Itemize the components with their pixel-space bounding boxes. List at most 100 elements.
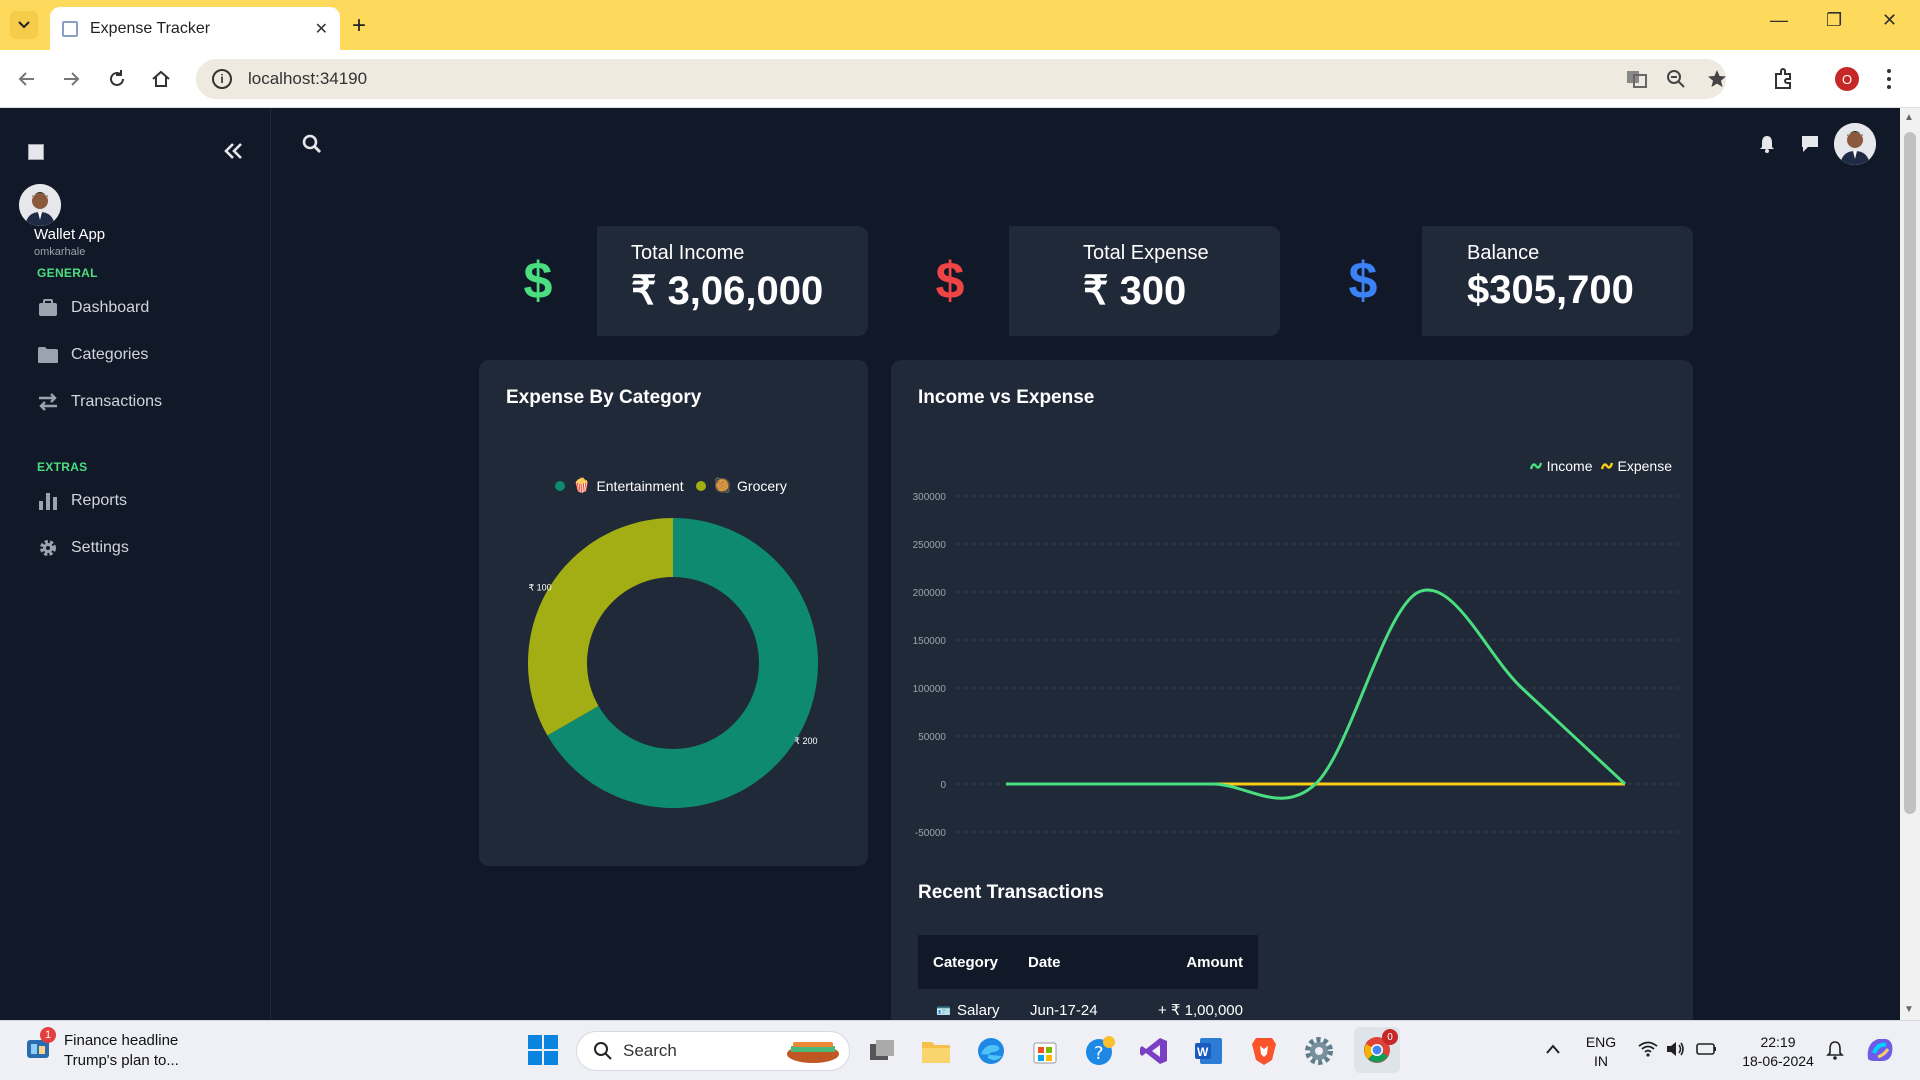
stat-label: Total Expense xyxy=(1083,242,1209,264)
category-text: Salary xyxy=(956,1001,1000,1019)
pie-data-label: ₹ 100 xyxy=(528,582,551,592)
search-icon xyxy=(594,1042,612,1060)
document-icon xyxy=(62,20,78,37)
sidebar-item-categories[interactable]: Categories xyxy=(37,345,148,365)
sidebar-item-reports[interactable]: Reports xyxy=(37,491,127,511)
notification-bell-icon[interactable] xyxy=(1758,135,1776,153)
sidebar-item-label: Dashboard xyxy=(71,299,150,316)
tab-close-button[interactable]: ✕ xyxy=(315,19,328,39)
table-row[interactable]: 🪪 Salary Jun-17-24 + ₹ 1,00,000 xyxy=(918,989,1258,1020)
back-icon[interactable] xyxy=(16,68,38,90)
stat-card-balance: $ Balance $305,700 xyxy=(1304,226,1693,336)
restore-button[interactable]: ❐ xyxy=(1826,10,1842,31)
sidebar-item-dashboard[interactable]: Dashboard xyxy=(37,298,149,318)
extensions-icon[interactable] xyxy=(1772,67,1796,91)
recent-transactions-title: Recent Transactions xyxy=(918,882,1104,903)
home-icon[interactable] xyxy=(150,68,172,90)
volume-icon[interactable] xyxy=(1666,1041,1686,1057)
settings-app-icon[interactable] xyxy=(1301,1033,1337,1069)
sandwich-icon xyxy=(787,1042,839,1063)
sidebar-item-settings[interactable]: Settings xyxy=(37,538,129,558)
lang-top: ENG xyxy=(1585,1034,1617,1050)
column-header[interactable]: Category xyxy=(918,954,1028,971)
stat-label: Balance xyxy=(1467,242,1540,264)
column-header[interactable]: Amount xyxy=(1138,954,1258,971)
clock[interactable]: 22:19 18-06-2024 xyxy=(1736,1033,1820,1071)
wifi-icon[interactable] xyxy=(1638,1041,1658,1057)
translate-icon[interactable] xyxy=(1626,69,1648,89)
app-root: Wallet App omkarhale GENERAL Dashboard C… xyxy=(0,108,1900,1020)
new-tab-button[interactable]: + xyxy=(352,12,366,40)
donut-chart: ₹ 200 ₹ 100 xyxy=(528,518,818,808)
word-icon[interactable]: W xyxy=(1191,1033,1227,1069)
y-tick-label: 50000 xyxy=(918,732,946,743)
income-vs-expense-panel: Income vs Expense Income Expense 300000 2… xyxy=(891,360,1693,1020)
pie-slice-grocery[interactable] xyxy=(528,518,673,736)
tab-search-button[interactable] xyxy=(10,11,38,39)
windows-start-icon[interactable] xyxy=(528,1035,558,1065)
file-explorer-icon[interactable] xyxy=(918,1033,954,1069)
stat-value: ₹ 300 xyxy=(1083,269,1187,313)
header-user-avatar[interactable] xyxy=(1834,123,1876,165)
bar-chart-icon xyxy=(37,491,59,511)
visual-studio-icon[interactable] xyxy=(1136,1033,1172,1069)
stat-value: ₹ 3,06,000 xyxy=(631,269,824,313)
news-title: Finance headline xyxy=(64,1032,179,1049)
brave-browser-icon[interactable] xyxy=(1246,1033,1282,1069)
panel-title: Expense By Category xyxy=(506,387,702,408)
gear-icon xyxy=(37,538,59,558)
dollar-icon: $ xyxy=(479,226,597,336)
more-menu-icon[interactable] xyxy=(1886,68,1892,90)
news-widget[interactable]: Finance headline Trump's plan to... xyxy=(64,1031,179,1071)
sidebar-item-transactions[interactable]: Transactions xyxy=(37,392,162,412)
scroll-thumb[interactable] xyxy=(1904,132,1916,814)
series-line-income[interactable] xyxy=(1006,588,1627,800)
collapse-sidebar-icon[interactable] xyxy=(224,142,244,160)
y-tick-label: 0 xyxy=(940,780,946,791)
zoom-icon[interactable] xyxy=(1666,69,1686,89)
address-bar[interactable]: i localhost:34190 xyxy=(196,59,1726,99)
pie-data-label: ₹ 200 xyxy=(794,736,817,746)
edge-browser-icon[interactable] xyxy=(973,1033,1009,1069)
copilot-icon[interactable] xyxy=(1864,1035,1896,1065)
microsoft-store-icon[interactable] xyxy=(1027,1033,1063,1069)
notification-center-icon[interactable] xyxy=(1826,1041,1844,1061)
chevron-up-icon[interactable] xyxy=(1545,1043,1561,1055)
news-subtitle: Trump's plan to... xyxy=(64,1052,179,1069)
line-chart: 300000 250000 200000 150000 100000 50000 0 -500… xyxy=(913,492,1679,839)
svg-text:W: W xyxy=(1197,1045,1209,1059)
search-icon[interactable] xyxy=(302,134,322,154)
reload-icon[interactable] xyxy=(106,68,128,90)
chrome-badge: 0 xyxy=(1382,1029,1398,1045)
task-view-icon[interactable] xyxy=(864,1033,900,1069)
page-scrollbar[interactable]: ▲ ▼ xyxy=(1900,108,1920,1020)
income-symbol: $ xyxy=(523,252,553,310)
bookmark-star-icon[interactable] xyxy=(1706,68,1728,90)
site-info-icon[interactable]: i xyxy=(212,69,232,89)
close-window-button[interactable]: ✕ xyxy=(1882,10,1897,31)
sidebar-item-label: Reports xyxy=(71,492,128,509)
browser-tab-active[interactable]: Expense Tracker ✕ xyxy=(50,7,340,50)
y-tick-label: 100000 xyxy=(913,684,947,695)
stat-card-income: $ Total Income ₹ 3,06,000 xyxy=(479,226,868,336)
taskbar-search[interactable]: Search xyxy=(576,1031,850,1071)
scroll-down-icon[interactable]: ▼ xyxy=(1904,1004,1914,1015)
user-photo xyxy=(1834,123,1876,165)
expense-symbol: $ xyxy=(935,252,965,310)
profile-avatar[interactable]: O xyxy=(1835,67,1859,91)
forward-icon[interactable] xyxy=(60,68,82,90)
help-tips-icon[interactable]: ? xyxy=(1082,1033,1118,1069)
expense-by-category-panel: Expense By Category 🍿 Entertainment 🥘 Gr… xyxy=(479,360,868,866)
battery-icon[interactable] xyxy=(1696,1041,1718,1057)
news-widget-icon[interactable]: 1 xyxy=(24,1027,56,1063)
amount-cell: + ₹ 1,00,000 xyxy=(1157,1002,1243,1019)
messages-icon[interactable] xyxy=(1800,135,1820,153)
minimize-button[interactable]: — xyxy=(1770,10,1788,31)
language-indicator[interactable]: ENG IN xyxy=(1584,1033,1618,1071)
column-header[interactable]: Date xyxy=(1028,954,1138,971)
clock-date: 18-06-2024 xyxy=(1742,1053,1814,1069)
chrome-taskbar-icon[interactable]: 0 xyxy=(1354,1027,1400,1073)
sidebar-item-label: Categories xyxy=(71,346,149,363)
user-avatar[interactable] xyxy=(19,184,61,226)
scroll-up-icon[interactable]: ▲ xyxy=(1904,112,1914,123)
